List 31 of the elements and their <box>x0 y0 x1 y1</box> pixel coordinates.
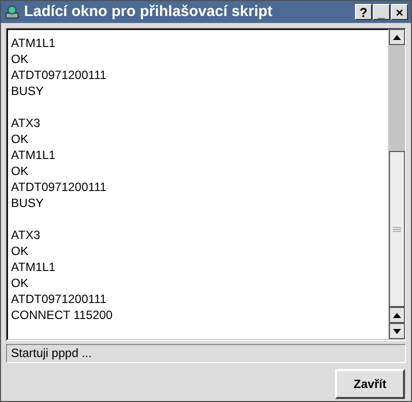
log-line: OK <box>11 275 28 291</box>
title-bar-button[interactable]: × <box>391 4 408 20</box>
scroll-up-button[interactable] <box>389 307 405 323</box>
up-arrow-icon <box>393 312 401 318</box>
log-line: BUSY <box>11 83 44 99</box>
log-line: ATM1L1 <box>11 35 56 51</box>
up-arrow-icon <box>393 34 401 40</box>
status-bar: Startuji pppd ... <box>6 344 406 363</box>
log-line: OK <box>11 131 28 147</box>
log-text-area[interactable]: ATM1L1 OK ATDT0971200111 BUSY ATX3 OK ATM1L1 OK ATDT0971200111 BUSY ATX3 OK ATM1L1 OK ATDT0971200111 CONNECT 115200 <box>7 29 389 340</box>
log-line: OK <box>11 163 28 179</box>
log-line: ATX3 <box>11 227 40 243</box>
log-line: ATDT0971200111 <box>11 67 106 83</box>
scroll-thumb[interactable] <box>389 151 405 307</box>
log-line: CONNECT 115200 <box>11 307 113 323</box>
window-title: Ladící okno pro přihlašovací skript <box>24 2 274 22</box>
title-bar-button[interactable]: _ <box>373 4 390 20</box>
log-line: OK <box>11 51 28 67</box>
log-line: ATDT0971200111 <box>11 291 106 307</box>
scroll-up-button[interactable] <box>389 29 405 45</box>
scrollbar[interactable] <box>389 29 405 340</box>
log-line: ATDT0971200111 <box>11 179 106 195</box>
log-line: ATM1L1 <box>11 147 56 163</box>
log-line: ATX3 <box>11 115 40 131</box>
log-line: OK <box>11 243 28 259</box>
title-bar-button[interactable]: ? <box>355 4 372 20</box>
log-line: ATM1L1 <box>11 259 56 275</box>
down-arrow-icon <box>393 328 401 334</box>
scroll-down-button[interactable] <box>389 323 405 339</box>
close-button[interactable]: Zavřít <box>335 369 405 399</box>
log-line: BUSY <box>11 195 44 211</box>
